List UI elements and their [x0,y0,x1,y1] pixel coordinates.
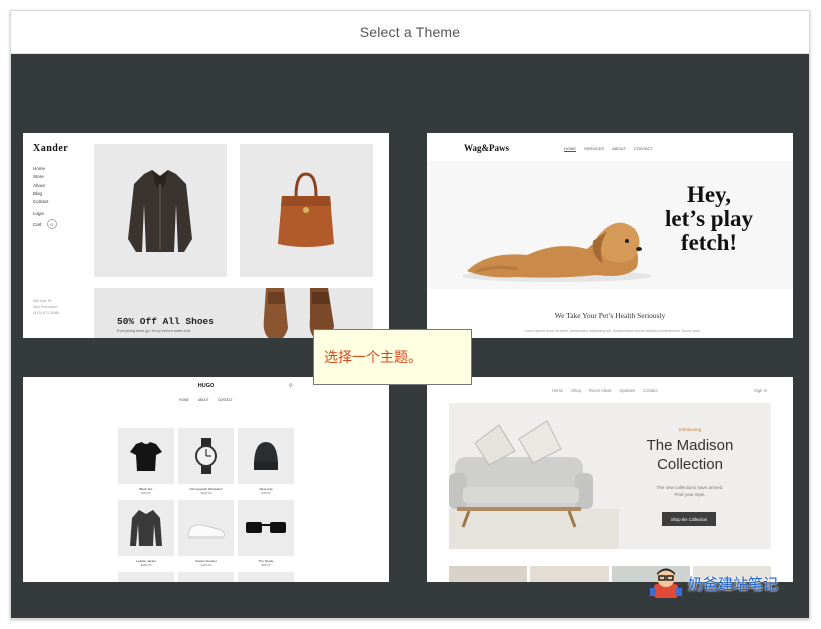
wagpaws-nav-home[interactable]: HOME [564,146,576,152]
wristwatch-image [178,428,234,484]
madison-intro: Introducing [678,427,702,432]
product-price: $425.00 [200,491,212,495]
madison-title-line1: The Madison [646,437,734,454]
xander-nav-home[interactable]: Home [33,165,49,173]
product-card[interactable]: Chronograph Wristwatch $425.00 [178,428,234,495]
tooltip-text: 选择一个主题。 [324,350,422,366]
xander-jacket-image [94,144,227,277]
tooltip: 选择一个主题。 [313,329,472,385]
xander-promo-title: 50% Off All Shoes [117,316,214,327]
theme-card-xander[interactable]: Xander Home Store About Blog Contact Log… [23,133,389,338]
xander-nav-blog[interactable]: Blog [33,190,49,198]
xander-cart-label: Cart [33,221,42,227]
xander-cart[interactable]: Cart 0 [33,219,57,229]
puppy-image [462,222,652,282]
wagpaws-hero: Hey, let’s play fetch! [427,161,793,289]
wagpaws-hero-line1: Hey, [686,182,732,207]
search-icon[interactable]: ⚲ [289,383,293,389]
hugo-nav-contact[interactable]: CONTACT [218,398,233,402]
product-card[interactable]: Black Tee $35.00 [118,428,174,495]
xander-brand: Xander [33,143,69,154]
xander-nav-contact[interactable]: Contact [33,198,49,206]
wagpaws-nav-services[interactable]: SERVICES [584,146,604,152]
leather-jacket-image [118,500,174,556]
madison-nav-updates[interactable]: Updates [620,388,636,393]
madison-desc-line1: The new collections have arrived. [656,485,724,490]
xander-login[interactable]: Login [33,211,44,216]
madison-nav-shop[interactable]: Shop [571,388,581,393]
wagpaws-nav-about[interactable]: ABOUT [612,146,626,152]
wagpaws-tagline: We Take Your Pet’s Health Seriously [554,311,666,320]
wagpaws-hero-line2: let’s play [665,206,753,231]
xander-address: 250 Ave St San Francisco (415) 872-5688 [33,298,59,316]
madison-nav-contact[interactable]: Contact [643,388,657,393]
xander-phone: (415) 872-5688 [33,311,59,315]
theme-card-madison[interactable]: Home Shop Room Ideas Updates Contact Sig… [427,377,793,582]
xander-nav-store[interactable]: Store [33,173,49,181]
theme-card-wagpaws[interactable]: Wag&Paws HOME SERVICES ABOUT CONTACT Hey… [427,133,793,338]
avatar-icon [650,568,682,598]
wagpaws-hero-line3: fetch! [680,230,738,255]
madison-description: The new collections have arrived. Find y… [625,484,755,498]
hugo-nav-about[interactable]: ABOUT [198,398,209,402]
xander-bag-image [240,144,373,277]
sofa-image [449,420,619,549]
watermark: 奶爸建站笔记 [648,566,778,600]
madison-nav-home[interactable]: Home [552,388,563,393]
product-card[interactable]: Classic Sneaker $120.00 [178,500,234,567]
wagpaws-nav-contact[interactable]: CONTACT [634,146,653,152]
hugo-nav-home[interactable]: HOME [179,398,189,402]
madison-title-line2: Collection [657,456,723,473]
product-price: $45.00 [261,491,271,495]
product-price: $120.00 [200,563,212,567]
sneaker-image [178,500,234,556]
madison-nav: Home Shop Room Ideas Updates Contact [552,388,658,393]
page-title: Select a Theme [359,24,461,40]
madison-title: The Madison Collection [615,436,765,474]
xander-nav: Home Store About Blog Contact [33,165,49,206]
product-price: $95.00 [261,563,271,567]
madison-hero: Introducing The Madison Collection The n… [449,403,771,549]
product-price: $35.00 [141,491,151,495]
black-tee-image [118,428,174,484]
product-price: $385.00 [140,563,152,567]
madison-account-link[interactable]: Sign In [754,388,767,393]
watermark-text: 奶爸建站笔记 [688,574,779,593]
product-row-partial [118,572,294,582]
product-card[interactable]: Wool Cap $45.00 [238,428,294,495]
product-card[interactable]: The Shade $95.00 [238,500,294,567]
theme-picker-window: Select a Theme Xander Home Store About B… [10,10,810,619]
wagpaws-hero-headline: Hey, let’s play fetch! [639,183,779,255]
product-card[interactable]: Leather Jacket $385.00 [118,500,174,567]
xander-cart-count: 0 [46,219,57,229]
theme-card-hugo[interactable]: HUGO ⚲ HOME ABOUT CONTACT Black Tee $35.… [23,377,389,582]
wagpaws-body-text: Lorem ipsum dolor sit amet, consectetur … [524,329,700,333]
header-bar: Select a Theme [11,11,809,54]
wagpaws-nav: HOME SERVICES ABOUT CONTACT [564,146,653,152]
xander-nav-about[interactable]: About [33,182,49,190]
madison-nav-room-ideas[interactable]: Room Ideas [589,388,612,393]
madison-desc-line2: Find your style. [674,492,706,497]
wool-cap-image [238,428,294,484]
xander-promo-subtitle: Everything must go! Hurry before sales e… [117,329,192,333]
hugo-nav: HOME ABOUT CONTACT [23,398,389,402]
shop-collection-button[interactable]: Shop the Collection [662,512,716,526]
sunglasses-image [238,500,294,556]
wagpaws-brand: Wag&Paws [464,143,509,153]
